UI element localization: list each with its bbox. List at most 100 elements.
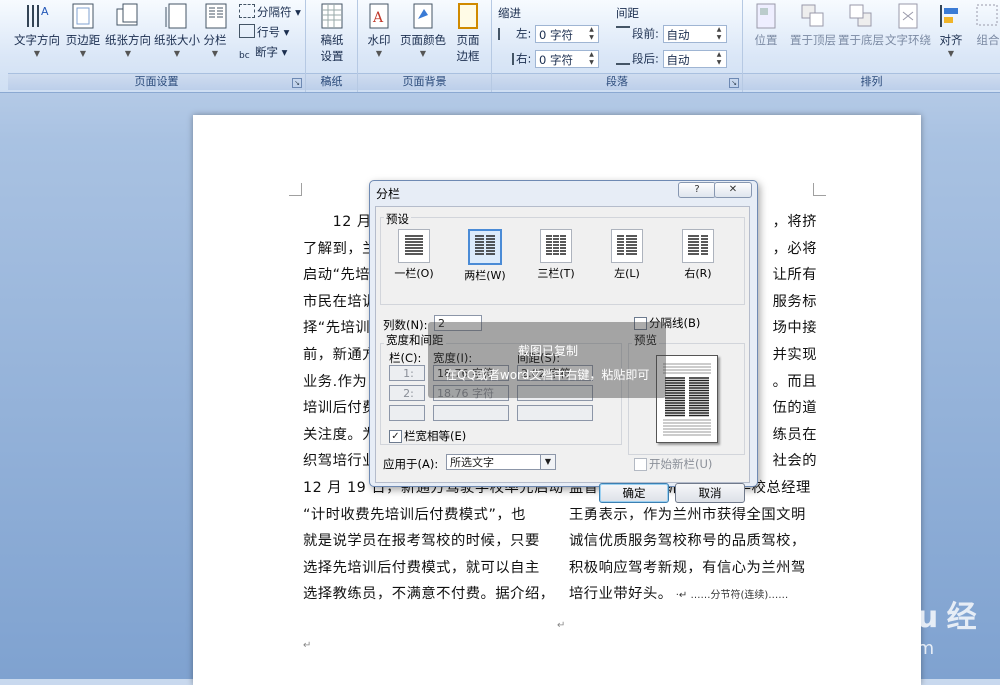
send-back-button[interactable]: 置于底层 (837, 3, 885, 48)
spacing-after-input[interactable]: 自动 ▲ ▼ (662, 50, 727, 68)
ok-button[interactable]: 确定 (599, 483, 669, 503)
watermark-button[interactable]: A 水印 ▼ (364, 3, 394, 58)
align-button[interactable]: 对齐 ▼ (937, 3, 965, 58)
page-borders-button[interactable]: 页面 边框 (452, 3, 484, 64)
indent-left-input[interactable]: 0 字符 ▲ ▼ (535, 25, 600, 43)
col-3-width-input (433, 405, 509, 421)
preset-label: 两栏(W) (464, 269, 506, 282)
screenshot-copied-tooltip: 截图已复制 在QQ或者word文档中右键，粘贴即可 (428, 322, 666, 398)
paragraph-mark-icon: ↵ (557, 620, 566, 631)
spacing-before-label: 段前: (632, 26, 659, 41)
draft-paper-label: 稿纸 设置 (320, 33, 344, 63)
chevron-down-icon: ▼ (79, 49, 87, 58)
page-setup-group: A 文字方向 ▼ 页边距 ▼ 纸张方向 ▼ 纸张大小 ▼ 分栏 ▼ 分隔符 ▾ (8, 0, 306, 92)
spacing-after-value: 自动 (666, 53, 690, 67)
draft-paper-icon (321, 3, 343, 29)
three-columns-icon (540, 229, 572, 263)
wrap-text-label: 文字环绕 (885, 33, 931, 47)
tooltip-text: 在QQ或者word文档中右键，粘贴即可 (445, 368, 650, 382)
paragraph-group-label: 段落 (492, 73, 742, 90)
draft-paper-group-label: 稿纸 (306, 73, 357, 90)
document-line: 就是说学员在报考驾校的时候，只要 (303, 533, 540, 550)
wrap-text-icon (898, 3, 918, 29)
columns-button[interactable]: 分栏 ▼ (203, 3, 227, 58)
start-new-column-checkbox[interactable] (634, 458, 647, 471)
hyphenation-button[interactable]: bc 断字 ▾ (239, 44, 287, 63)
align-icon (940, 5, 958, 27)
document-line: 选择教练员，不满意不付费。据介绍， (303, 586, 555, 603)
position-label: 位置 (754, 33, 778, 47)
ribbon: A 文字方向 ▼ 页边距 ▼ 纸张方向 ▼ 纸张大小 ▼ 分栏 ▼ 分隔符 ▾ (0, 0, 1000, 93)
spacing-before-input[interactable]: 自动 ▲ ▼ (662, 25, 727, 43)
bring-front-button[interactable]: 置于顶层 (787, 3, 839, 48)
spacing-title: 间距 (616, 6, 639, 20)
orientation-button[interactable]: 纸张方向 ▼ (104, 3, 152, 58)
preset-label: 三栏(T) (537, 267, 575, 280)
paragraph-group: 缩进 左: 0 字符 ▲ ▼ 右: 0 字符 ▲ ▼ 间距 段前: 自动 ▲ ▼ 段后: 自… (492, 0, 743, 92)
paw-logo-icon (787, 577, 842, 629)
paper-size-icon (165, 3, 187, 29)
line-numbers-button[interactable]: 行号 ▾ (239, 24, 289, 40)
paragraph-mark-icon: ↵ (303, 640, 312, 651)
send-back-label: 置于底层 (838, 33, 884, 47)
col-3-label (389, 405, 425, 421)
chevron-down-icon: ▼ (211, 49, 219, 58)
page-color-label: 页面颜色 (400, 33, 446, 47)
preset-label: 右(R) (684, 267, 712, 280)
dialog-title: 分栏 (376, 187, 401, 201)
equal-width-checkbox[interactable]: ✓ (389, 430, 402, 443)
bring-front-label: 置于顶层 (790, 33, 836, 47)
page-setup-launcher-icon[interactable]: ↘ (292, 78, 302, 88)
spin-arrows-icon[interactable]: ▲ ▼ (715, 26, 724, 42)
position-button[interactable]: 位置 (751, 3, 781, 48)
preset-one-column[interactable]: 一栏(O) (391, 229, 437, 281)
close-button[interactable]: ✕ (714, 182, 752, 198)
presets-title: 预设 (384, 211, 411, 227)
watermark-brand: Baidu 经验 (846, 600, 977, 679)
spin-arrows-icon[interactable]: ▲ ▼ (587, 26, 596, 42)
dropdown-arrow-icon[interactable]: ▼ (540, 455, 555, 469)
watermark-url: jingyan.baidu.com (768, 638, 935, 659)
chevron-down-icon: ▼ (173, 49, 181, 58)
preset-two-columns[interactable]: 两栏(W) (462, 229, 508, 283)
preset-right[interactable]: 右(R) (675, 229, 721, 281)
size-button[interactable]: 纸张大小 ▼ (154, 3, 200, 58)
help-button[interactable]: ? (678, 182, 716, 198)
draft-paper-button[interactable]: 稿纸 设置 (312, 3, 352, 64)
indent-left-row: 左: 0 字符 ▲ ▼ (498, 25, 600, 43)
indent-right-row: 右: 0 字符 ▲ ▼ (498, 50, 600, 68)
margins-icon (72, 3, 94, 29)
page-setup-label: 页面设置 (8, 73, 305, 90)
chevron-down-icon: ▼ (419, 49, 427, 58)
svg-text:A: A (41, 5, 49, 18)
preset-left[interactable]: 左(L) (604, 229, 650, 281)
page-borders-label: 页面 边框 (456, 33, 480, 63)
spacing-after-icon (616, 51, 630, 65)
breaks-button[interactable]: 分隔符 ▾ (239, 4, 301, 20)
group-button[interactable]: 组合 (973, 3, 1000, 48)
indent-right-input[interactable]: 0 字符 ▲ ▼ (535, 50, 600, 68)
indent-left-label: 左: (516, 26, 532, 41)
spin-arrows-icon[interactable]: ▲ ▼ (715, 51, 724, 67)
breaks-icon (239, 4, 255, 18)
text-direction-button[interactable]: A 文字方向 ▼ (14, 3, 60, 58)
apply-to-value: 所选文字 (450, 456, 494, 469)
spin-arrows-icon[interactable]: ▲ ▼ (587, 51, 596, 67)
preset-label: 一栏(O) (394, 267, 434, 280)
indent-right-label: 右: (516, 51, 532, 66)
cancel-button[interactable]: 取消 (675, 483, 745, 503)
page-color-button[interactable]: 页面颜色 ▼ (398, 3, 448, 58)
margins-label: 页边距 (65, 33, 101, 47)
group-icon (976, 4, 998, 26)
send-back-icon (849, 4, 872, 27)
arrange-group: 位置 置于顶层 置于底层 文字环绕 对齐 ▼ 组合 排列 (743, 0, 1000, 92)
indent-right-icon (498, 52, 514, 65)
document-line: “计时收费先培训后付费模式”，也 (303, 506, 526, 523)
margins-button[interactable]: 页边距 ▼ (63, 3, 103, 58)
columns-icon (205, 3, 227, 29)
apply-to-select[interactable]: 所选文字 ▼ (446, 454, 556, 470)
preset-three-columns[interactable]: 三栏(T) (533, 229, 579, 281)
svg-text:A: A (372, 10, 384, 26)
wrap-text-button[interactable]: 文字环绕 (885, 3, 931, 48)
paragraph-launcher-icon[interactable]: ↘ (729, 78, 739, 88)
